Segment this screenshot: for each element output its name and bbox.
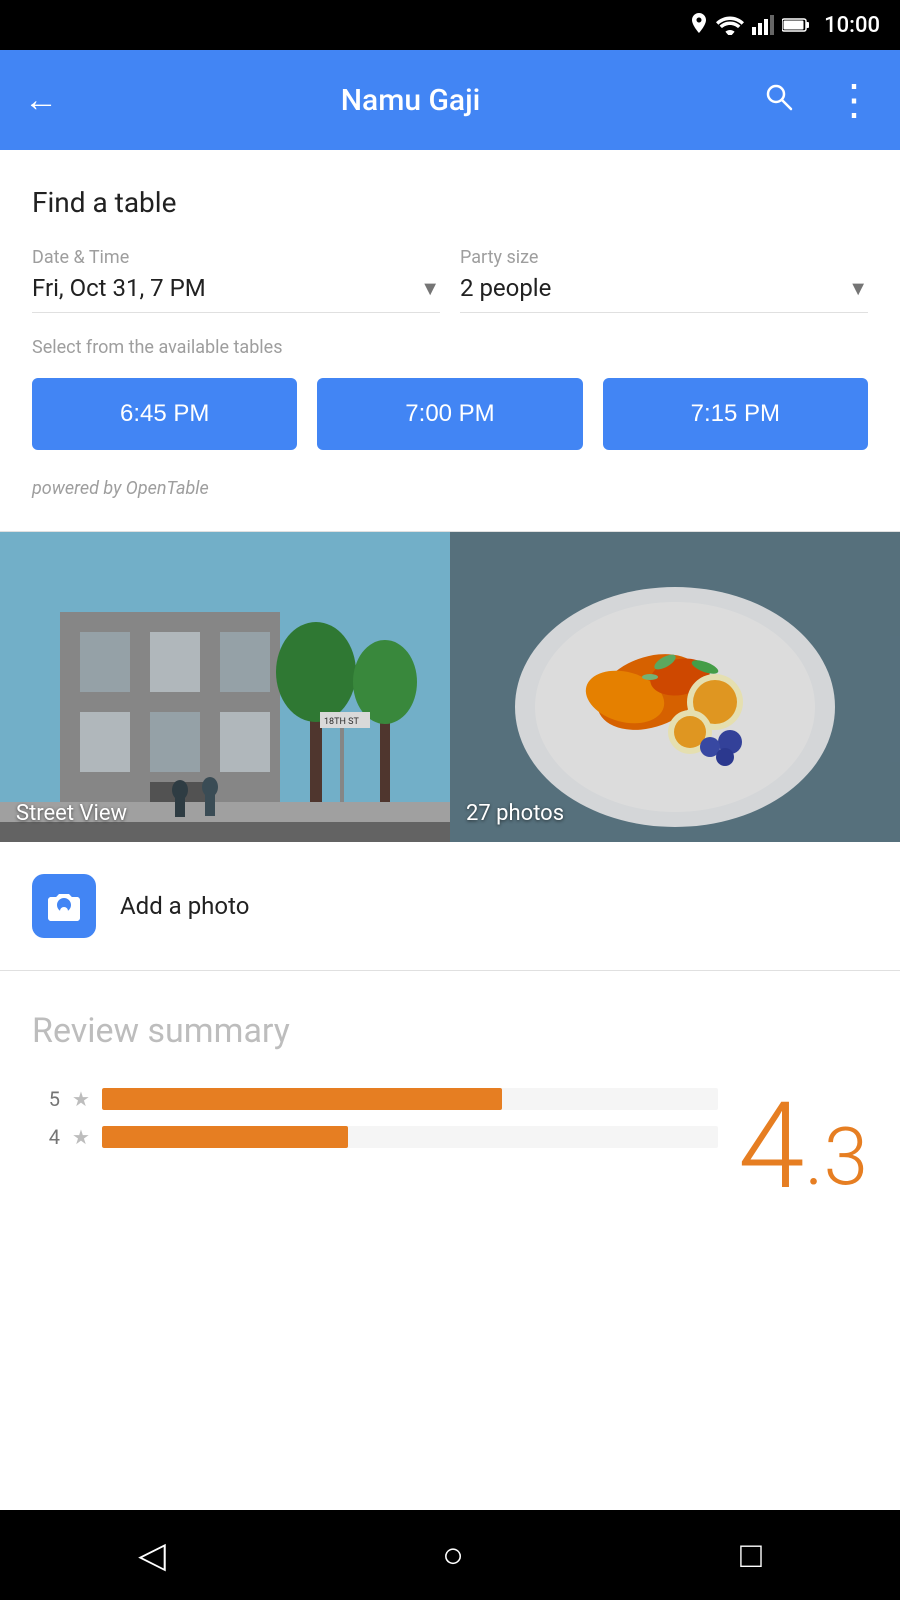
status-time: 10:00 [824,13,880,38]
camera-icon [32,874,96,938]
battery-icon [782,17,810,33]
photos-row: 18TH ST Street View [0,532,900,842]
nav-home-button[interactable]: ○ [442,1534,464,1576]
overall-rating: 4 .3 [718,1087,868,1207]
food-photo-tile[interactable]: 27 photos [450,532,900,842]
search-button[interactable] [763,81,793,119]
party-size-value: 2 people [460,274,551,302]
opentable-credit: powered by OpenTable [32,478,868,499]
nav-back-button[interactable]: ◁ [138,1534,166,1576]
party-size-dropdown[interactable]: 2 people ▼ [460,274,868,313]
bar-5-container [102,1088,718,1110]
party-size-arrow-icon: ▼ [848,276,868,301]
find-table-section: Find a table Date & Time Fri, Oct 31, 7 … [0,150,900,531]
date-time-value: Fri, Oct 31, 7 PM [32,274,206,302]
time-slot-645[interactable]: 6:45 PM [32,378,297,450]
nav-bar: ◁ ○ □ [0,1510,900,1600]
nav-recent-button[interactable]: □ [740,1534,762,1576]
page-title: Namu Gaji [78,83,743,118]
date-time-arrow-icon: ▼ [420,276,440,301]
date-time-label: Date & Time [32,247,440,268]
rating-row-4: 4 ★ [32,1125,718,1149]
status-bar: 10:00 [0,0,900,50]
main-content: Find a table Date & Time Fri, Oct 31, 7 … [0,150,900,1227]
find-table-title: Find a table [32,186,868,219]
add-photo-row[interactable]: Add a photo [0,842,900,971]
location-icon [690,13,708,37]
available-tables-label: Select from the available tables [32,337,868,358]
party-size-group: Party size 2 people ▼ [460,247,868,313]
review-section: Review summary 5 ★ 4 ★ [0,971,900,1227]
date-time-group: Date & Time Fri, Oct 31, 7 PM ▼ [32,247,440,313]
photos-count-label: 27 photos [466,801,564,826]
rating-chart: 5 ★ 4 ★ 4 .3 [32,1087,868,1207]
star-4-icon: ★ [72,1125,90,1149]
bar-4-container [102,1126,718,1148]
time-slot-700[interactable]: 7:00 PM [317,378,582,450]
street-view-tile[interactable]: 18TH ST Street View [0,532,450,842]
bar-5-fill [102,1088,502,1110]
more-button[interactable]: ⋮ [833,75,876,125]
rating-big-number: 4 [738,1087,805,1207]
bar-4-fill [102,1126,348,1148]
time-slots-row: 6:45 PM 7:00 PM 7:15 PM [32,378,868,450]
add-photo-label: Add a photo [120,892,249,920]
street-view-label: Street View [16,801,127,826]
star-4-label: 4 [32,1125,60,1149]
rating-row-5: 5 ★ [32,1087,718,1111]
rating-bars: 5 ★ 4 ★ [32,1087,718,1163]
signal-icon [752,15,774,35]
wifi-icon [716,15,744,35]
star-5-label: 5 [32,1087,60,1111]
party-size-label: Party size [460,247,868,268]
review-summary-title: Review summary [32,1011,868,1051]
status-icons: 10:00 [690,13,880,38]
top-app-bar: ← Namu Gaji ⋮ [0,50,900,150]
star-5-icon: ★ [72,1087,90,1111]
dropdowns-row: Date & Time Fri, Oct 31, 7 PM ▼ Party si… [32,247,868,313]
back-button[interactable]: ← [24,80,58,120]
time-slot-715[interactable]: 7:15 PM [603,378,868,450]
date-time-dropdown[interactable]: Fri, Oct 31, 7 PM ▼ [32,274,440,313]
rating-decimal-number: .3 [804,1117,868,1197]
